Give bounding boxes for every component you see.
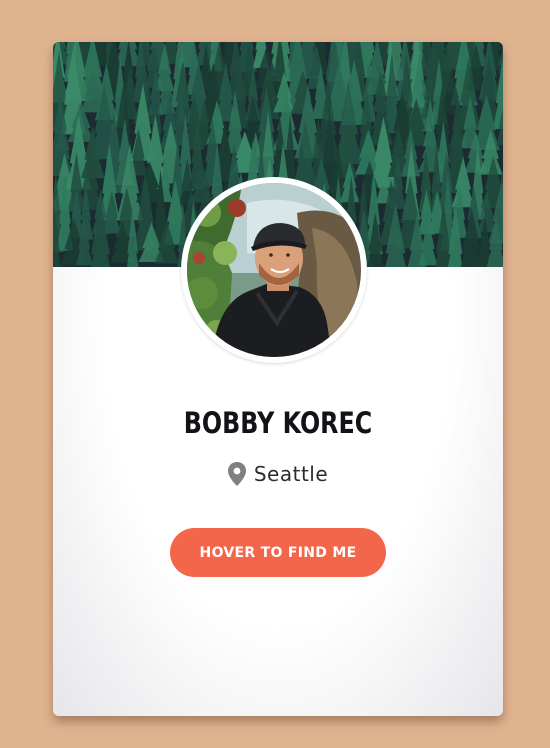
profile-location: Seattle (53, 462, 503, 486)
hover-to-find-me-button[interactable]: HOVER TO FIND ME (170, 528, 386, 577)
profile-card: BOBBY KOREC Seattle HOVER TO FIND ME (53, 42, 503, 716)
map-pin-icon (227, 462, 246, 486)
avatar (181, 177, 367, 363)
profile-name: BOBBY KOREC (183, 406, 373, 440)
avatar-photo (187, 183, 361, 357)
location-text: Seattle (253, 462, 329, 486)
